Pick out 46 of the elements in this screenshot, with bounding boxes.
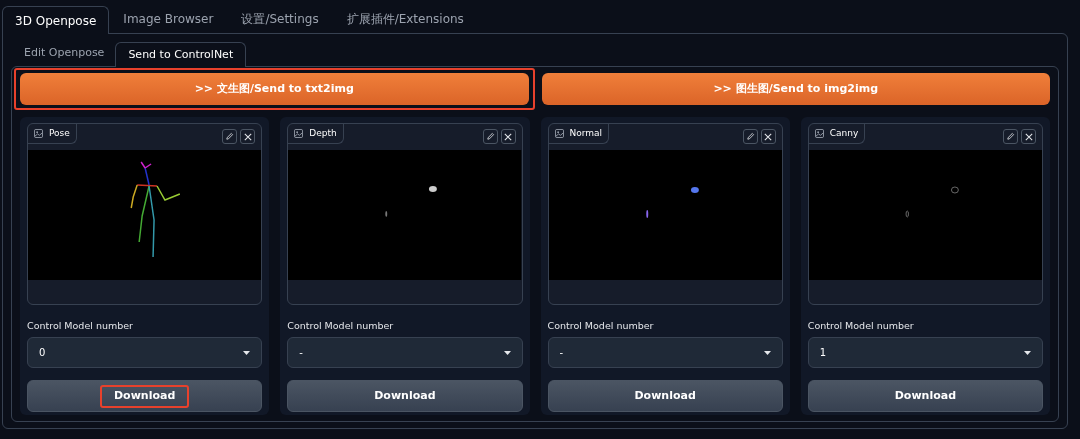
download-button[interactable]: Download (27, 380, 263, 413)
dropdown-arrow-icon (503, 350, 511, 355)
image-label: Canny (829, 126, 859, 140)
close-icon (504, 132, 512, 141)
image-label: Depth (309, 126, 337, 140)
dropdown-arrow-icon (1024, 350, 1031, 355)
field-label: Control Model number (287, 319, 395, 333)
dropdown-arrow-icon (763, 350, 771, 355)
dropdown-arrow-icon (243, 350, 251, 355)
pencil-icon (1006, 132, 1015, 141)
pencil-icon (225, 132, 235, 141)
image-icon (814, 129, 824, 138)
pencil-icon (745, 132, 755, 141)
image-icon (34, 129, 43, 138)
close-icon (1024, 132, 1033, 141)
tab[interactable]: Send to ControlNet (115, 42, 247, 67)
close-icon (243, 132, 252, 141)
close-button[interactable] (240, 129, 256, 144)
close-button[interactable] (500, 129, 516, 144)
edit-button[interactable] (482, 129, 498, 144)
edit-button[interactable] (742, 129, 758, 144)
close-button[interactable] (760, 129, 776, 144)
close-icon (764, 132, 773, 141)
tab[interactable]: 设置/Settings (227, 5, 333, 33)
tab[interactable]: 3D Openpose (2, 6, 110, 34)
pencil-icon (485, 132, 495, 141)
download-button[interactable]: Download (807, 380, 1043, 413)
image-label: Normal (569, 126, 603, 140)
close-button[interactable] (1021, 129, 1036, 144)
field-label: Control Model number (807, 319, 915, 333)
model-select[interactable]: - (287, 337, 523, 369)
image-icon (294, 129, 304, 138)
field-label: Control Model number (27, 319, 134, 333)
model-select[interactable]: - (547, 337, 783, 369)
model-select[interactable]: 1 (807, 337, 1043, 369)
field-label: Control Model number (547, 319, 655, 333)
tab[interactable]: 扩展插件/Extensions (332, 5, 478, 33)
download-button[interactable]: Download (547, 380, 783, 413)
image-icon (554, 129, 564, 138)
tab[interactable]: Image Browser (109, 5, 228, 33)
edit-button[interactable] (1003, 129, 1018, 144)
edit-button[interactable] (222, 129, 238, 144)
image-label: Pose (49, 126, 70, 140)
download-button[interactable]: Download (287, 380, 523, 413)
model-select[interactable]: 0 (27, 337, 263, 369)
tab[interactable]: Edit Openpose (13, 41, 116, 66)
